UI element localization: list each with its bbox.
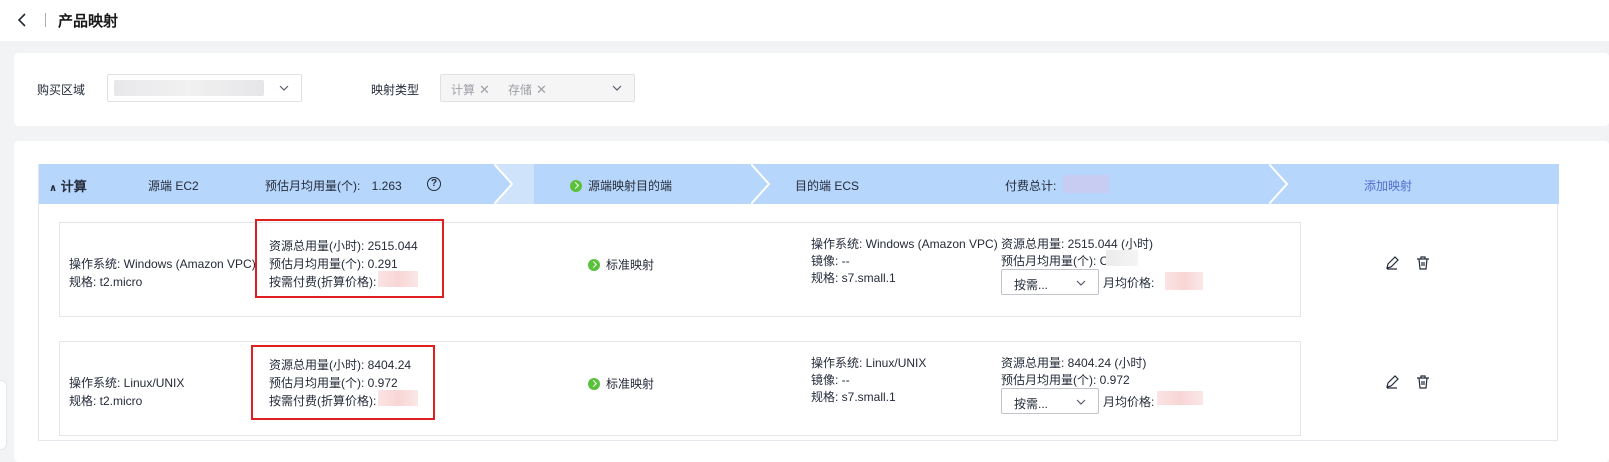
type-tag-compute: 计算 ✕ — [451, 81, 490, 98]
close-icon[interactable]: ✕ — [479, 82, 490, 97]
target-image: 镜像: -- — [811, 254, 850, 268]
type-label: 映射类型 — [371, 83, 420, 97]
source-spec: 规格: t2.micro — [69, 275, 143, 289]
mapping-row: 操作系统: Windows (Amazon VPC) 规格: t2.micro … — [59, 222, 1301, 317]
billing-select[interactable]: 按需... — [1001, 269, 1099, 295]
collapse-toggle[interactable]: ∧ 计算 — [49, 176, 87, 195]
total-label: 付费总计: — [1005, 179, 1057, 193]
monthly-price-label: 月均价格: — [1103, 276, 1155, 290]
highlight-box — [255, 219, 444, 298]
chevron-down-icon — [1076, 280, 1086, 286]
check-circle-icon — [570, 180, 582, 192]
mapping-type-label: 标准映射 — [606, 377, 655, 391]
chevron-down-icon — [279, 85, 289, 91]
chevron-down-icon — [1076, 399, 1086, 405]
target-usage-monthly: 预估月均用量(个): C — [1001, 254, 1109, 268]
delete-icon[interactable] — [1415, 255, 1431, 271]
target-image: 镜像: -- — [811, 373, 850, 387]
target-os: 操作系统: Windows (Amazon VPC) — [811, 237, 998, 251]
tag-label: 计算 — [451, 83, 476, 97]
step-arrow — [751, 164, 771, 204]
target-spec: 规格: s7.small.1 — [811, 271, 896, 285]
edit-icon[interactable] — [1384, 255, 1400, 271]
mapping-type: 标准映射 — [588, 375, 654, 392]
total-value-redacted — [1063, 175, 1109, 193]
mapping-row: 操作系统: Linux/UNIX 规格: t2.micro 资源总用量(小时):… — [59, 341, 1301, 436]
check-circle-icon — [588, 378, 600, 390]
edit-icon[interactable] — [1384, 374, 1400, 390]
target-label: 目的端 ECS — [795, 179, 860, 193]
chevron-up-icon: ∧ — [49, 183, 58, 194]
source-label: 源端 EC2 — [148, 179, 199, 193]
group-header: ∧ 计算 源端 EC2 预估月均用量(个): 1.263 ? 源端映射目的端 目… — [39, 164, 1559, 204]
target-usage-monthly: 预估月均用量(个): 0.972 — [1001, 373, 1130, 387]
check-circle-icon — [588, 259, 600, 271]
type-select[interactable]: 计算 ✕ 存储 ✕ — [440, 74, 635, 102]
highlight-box — [251, 345, 435, 420]
target-usage-redacted — [1106, 250, 1138, 266]
close-icon[interactable]: ✕ — [536, 82, 547, 97]
target-usage-total: 资源总用量: 8404.24 (小时) — [1001, 356, 1147, 370]
source-spec: 规格: t2.micro — [69, 394, 143, 408]
monthly-price-redacted — [1165, 272, 1203, 290]
back-arrow-icon[interactable] — [14, 11, 32, 29]
monthly-usage-value: 1.263 — [371, 179, 402, 193]
target-os: 操作系统: Linux/UNIX — [811, 356, 927, 370]
monthly-price-redacted — [1157, 391, 1203, 405]
mapping-step: 源端映射目的端 — [570, 177, 672, 194]
mapping-step-label: 源端映射目的端 — [588, 179, 673, 193]
billing-select[interactable]: 按需... — [1001, 388, 1099, 414]
monthly-price-label: 月均价格: — [1103, 395, 1155, 409]
help-icon[interactable]: ? — [427, 175, 441, 191]
mapping-type: 标准映射 — [588, 256, 654, 273]
region-value-redacted — [114, 80, 264, 96]
delete-icon[interactable] — [1415, 374, 1431, 390]
monthly-usage: 预估月均用量(个): 1.263 — [265, 177, 402, 194]
chevron-down-icon — [612, 85, 622, 91]
monthly-usage-label: 预估月均用量(个): — [265, 179, 361, 193]
step-arrow — [494, 164, 534, 204]
billing-select-value: 按需... — [1014, 397, 1049, 411]
add-mapping-link[interactable]: 添加映射 — [1364, 177, 1412, 194]
tag-label: 存储 — [508, 83, 533, 97]
step-arrow — [1269, 164, 1289, 204]
title-divider — [45, 13, 46, 27]
page-title: 产品映射 — [58, 13, 119, 30]
source-os: 操作系统: Linux/UNIX — [69, 376, 185, 390]
region-label: 购买区域 — [37, 83, 86, 97]
group-title: 计算 — [60, 179, 87, 194]
type-tag-storage: 存储 ✕ — [508, 81, 547, 98]
top-bar: 产品映射 — [0, 0, 1609, 41]
filter-panel: 购买区域 映射类型 计算 ✕ 存储 ✕ — [14, 53, 1609, 126]
side-collapse-tab[interactable] — [0, 380, 7, 450]
source-os: 操作系统: Windows (Amazon VPC) — [69, 257, 256, 271]
mapping-type-label: 标准映射 — [606, 258, 655, 272]
target-spec: 规格: s7.small.1 — [811, 390, 896, 404]
billing-select-value: 按需... — [1014, 278, 1049, 292]
region-select[interactable] — [107, 74, 302, 102]
